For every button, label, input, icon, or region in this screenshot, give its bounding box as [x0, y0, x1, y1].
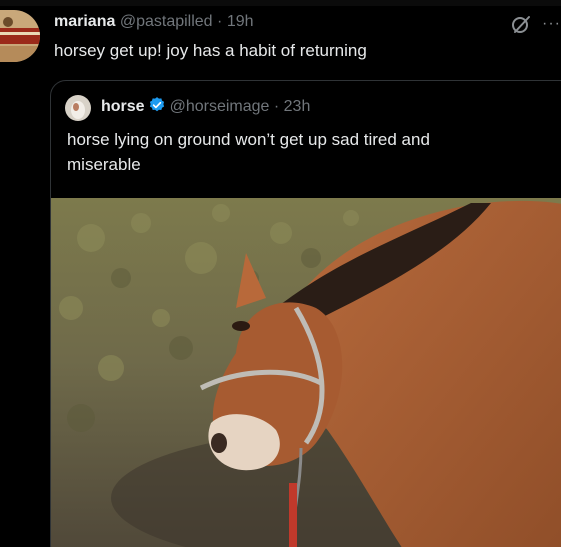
- more-icon[interactable]: ···: [542, 16, 561, 32]
- verified-badge-icon: [149, 97, 164, 112]
- author-name[interactable]: mariana: [54, 13, 115, 30]
- top-divider: [0, 0, 561, 6]
- grok-icon[interactable]: [510, 14, 532, 36]
- tweet-text: horsey get up! joy has a habit of return…: [54, 41, 367, 60]
- tweet-header: mariana @pastapilled · 19h: [54, 11, 254, 33]
- quoted-tweet-text: horse lying on ground won’t get up sad t…: [67, 130, 430, 174]
- quoted-author-handle[interactable]: @horseimage: [170, 98, 270, 115]
- quoted-author-name[interactable]: horse: [101, 98, 145, 115]
- quoted-tweet-time[interactable]: 23h: [284, 98, 311, 115]
- horse-photo[interactable]: [51, 198, 561, 547]
- tweet-card[interactable]: mariana @pastapilled · 19h horsey get up…: [0, 0, 561, 547]
- tweet-time[interactable]: 19h: [227, 13, 254, 30]
- separator-dot: ·: [217, 13, 223, 30]
- author-handle[interactable]: @pastapilled: [120, 13, 213, 30]
- quoted-author-avatar[interactable]: [65, 95, 91, 121]
- quoted-tweet[interactable]: horse @horseimage · 23h horse lying on gr…: [50, 80, 561, 547]
- author-avatar[interactable]: [0, 10, 40, 62]
- quoted-tweet-header: horse @horseimage · 23h: [101, 96, 310, 118]
- quoted-separator-dot: ·: [273, 98, 280, 115]
